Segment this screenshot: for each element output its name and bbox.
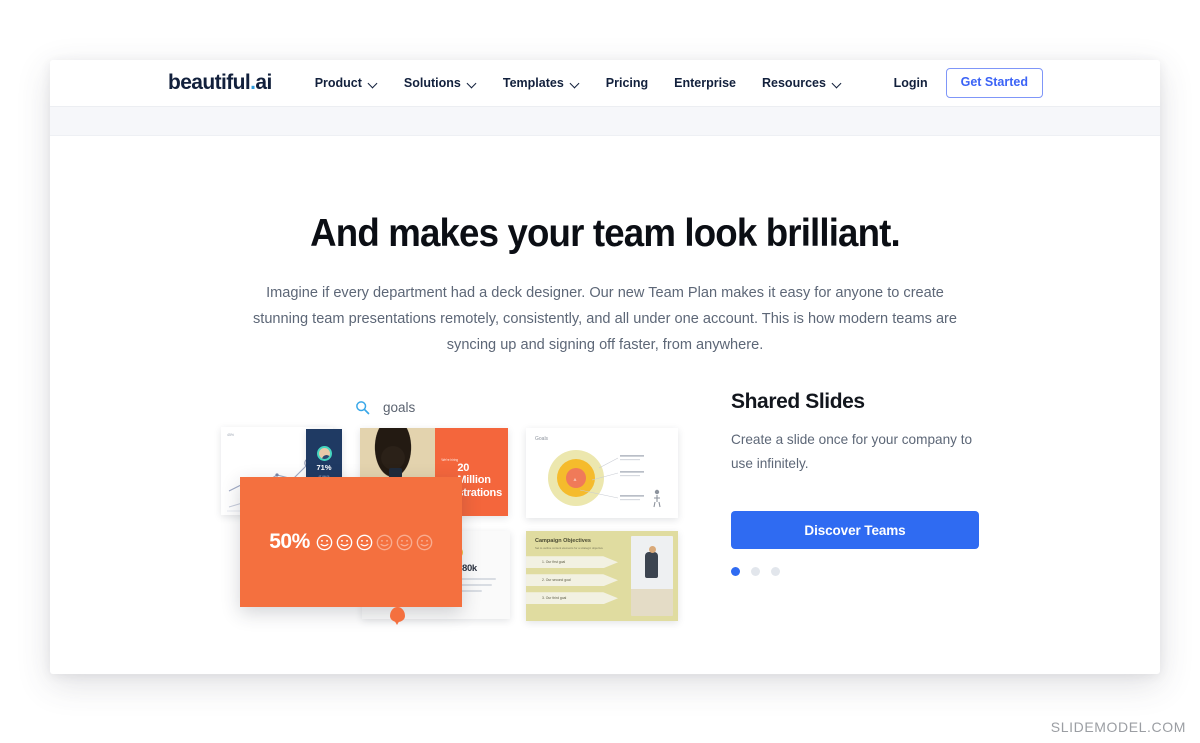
carousel-dot-2[interactable] [751,567,760,576]
nav-item-resources[interactable]: Resources [749,76,855,90]
hero-section: And makes your team look brilliant. Imag… [50,136,1160,358]
feature-panel: Shared Slides Create a slide once for yo… [731,390,983,576]
nav-label: Pricing [605,76,649,90]
person-photo [631,536,673,616]
navy-slide-percent: 71% [316,463,332,473]
svg-text:A: A [574,477,577,482]
chevron-down-icon [571,79,580,88]
discover-teams-button[interactable]: Discover Teams [731,511,979,549]
fifty-slide-percent: 50% [269,530,310,553]
chart-slide-label: 45% [227,433,235,437]
campaign-bullet-2: 2. Our second goal [526,574,618,587]
campaign-bullet-1: 1. Our first goal [526,556,618,569]
slide-thumbnail-satisfaction[interactable]: 50% [240,477,462,607]
template-search[interactable]: goals [355,400,415,415]
feature-showcase: goals 45% 71% of users We're hiring 20 M… [50,390,1160,674]
smiley-icon [336,534,353,550]
chevron-down-icon [468,79,477,88]
nav-label: Enterprise [674,76,736,90]
header-subbar [50,107,1160,136]
watermark: SLIDEMODEL.COM [1050,719,1186,735]
site-header: beautiful.ai Product Solutions Templates… [50,60,1160,107]
page-title: And makes your team look brilliant. [310,212,901,255]
feature-title: Shared Slides [731,390,865,413]
nav-item-product[interactable]: Product [302,76,391,90]
browser-page-card: beautiful.ai Product Solutions Templates… [50,60,1160,674]
search-icon [356,401,370,415]
screenshot-root: beautiful.ai Product Solutions Templates… [0,0,1200,743]
chevron-down-icon [369,79,378,88]
campaign-slide-subtitle: Set to outline content elements for a st… [535,546,603,550]
primary-nav: Product Solutions Templates Pricing Ente… [302,76,855,90]
nav-item-templates[interactable]: Templates [490,76,593,90]
brand-logo-suffix: ai [255,71,272,94]
nav-label: Resources [762,76,826,90]
smiley-icon [356,534,373,550]
login-link[interactable]: Login [894,76,928,90]
nav-item-pricing[interactable]: Pricing [593,76,661,90]
smiley-icon-muted [416,534,433,550]
smiley-icon [316,534,333,550]
feature-description: Create a slide once for your company to … [731,432,973,471]
smiley-icon-muted [376,534,393,550]
slide-collage: 45% 71% of users We're hiring 20 Million… [219,427,739,672]
goals-slide-title: Goals [535,436,549,442]
brand-logo[interactable]: beautiful.ai [168,71,272,95]
brand-logo-main: beautiful [168,71,251,94]
carousel-indicators [731,567,983,576]
avatar [316,446,332,462]
campaign-slide-body: Campaign Objectives Set to outline conte… [526,531,631,621]
carousel-dot-3[interactable] [771,567,780,576]
nav-label: Solutions [403,76,461,90]
slide-thumbnail-goals[interactable]: Goals A [526,428,678,518]
nav-actions: Login Get Started [894,68,1043,98]
chevron-down-icon [833,79,842,88]
bullseye-diagram: A [548,450,661,508]
hero-subcopy: Imagine if every department had a deck d… [252,285,958,353]
map-pin-icon [390,607,405,625]
smiley-icon-muted [396,534,413,550]
nav-item-solutions[interactable]: Solutions [391,76,490,90]
carousel-dot-1[interactable] [731,567,740,576]
smiley-rating [316,534,433,551]
nav-item-enterprise[interactable]: Enterprise [661,76,749,90]
campaign-bullet-3: 3. Our third goal [526,592,618,605]
nav-label: Templates [502,76,564,90]
get-started-button[interactable]: Get Started [945,68,1043,98]
slide-thumbnail-campaign[interactable]: Campaign Objectives Set to outline conte… [526,531,678,621]
search-term-text: goals [383,400,416,415]
nav-label: Product [314,76,362,90]
photo-slide-kicker: We're hiring [441,458,459,462]
campaign-slide-title: Campaign Objectives [535,538,591,544]
